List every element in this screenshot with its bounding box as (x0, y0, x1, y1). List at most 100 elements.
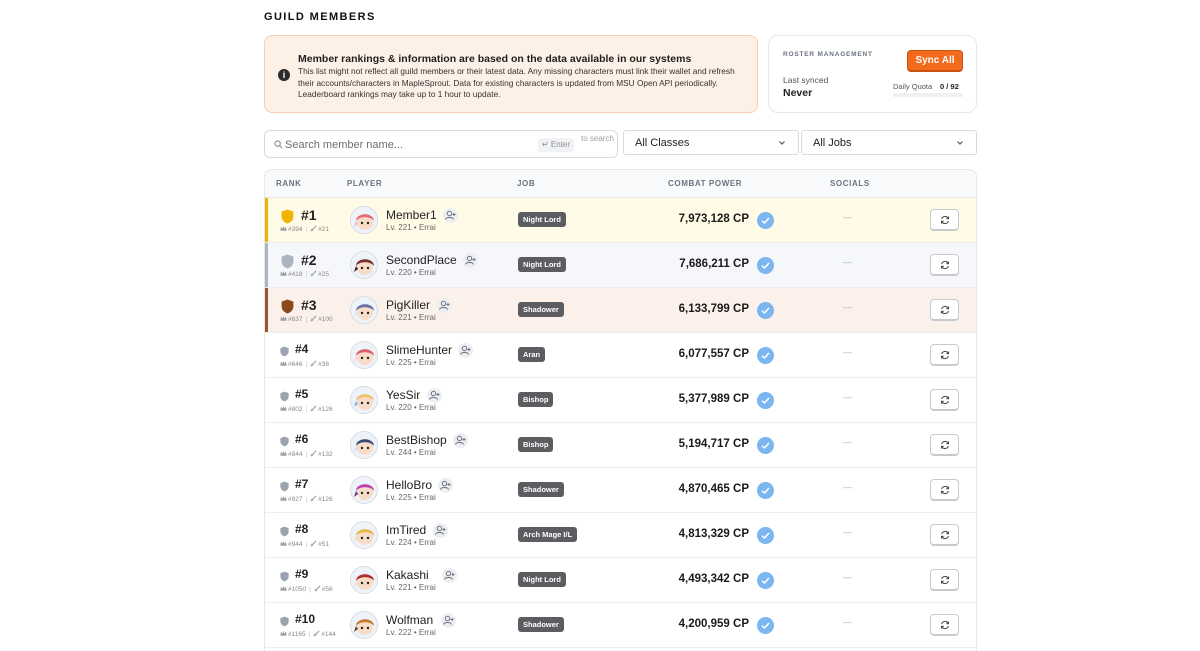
job-badge: Shadower (518, 482, 564, 497)
rank-number: #7 (295, 477, 309, 491)
player-meta: Lv. 244 • Errai (386, 448, 436, 457)
refresh-member-button[interactable] (930, 299, 959, 321)
rank-shield-icon (281, 299, 294, 314)
daily-quota-value: 0 / 92 (940, 82, 959, 91)
verified-check-icon (757, 347, 774, 364)
socials-empty: — (843, 347, 852, 357)
player-name[interactable]: YesSir (386, 388, 420, 402)
job-filter-value: All Jobs (813, 137, 852, 149)
job-badge: Shadower (518, 617, 564, 632)
sword-icon (310, 270, 317, 277)
table-row[interactable]: #8 #944 | #51 ImTired Lv. 224 • Errai Arch… (265, 513, 976, 558)
avatar (350, 611, 378, 639)
table-row[interactable]: #6 #844 | #132 BestBishop Lv. 244 • Errai … (265, 423, 976, 468)
refresh-member-button[interactable] (930, 524, 959, 546)
job-rank: #126 (318, 406, 333, 413)
add-friend-icon[interactable] (427, 388, 442, 403)
table-row[interactable]: #2 #418 | #25 SecondPlace Lv. 220 • Errai … (265, 243, 976, 288)
rank-number: #5 (295, 387, 309, 401)
job-badge: Aran (518, 347, 546, 362)
player-name[interactable]: PigKiller (386, 298, 430, 312)
add-friend-icon[interactable] (441, 613, 456, 628)
page-title: GUILD MEMBERS (264, 11, 376, 23)
refresh-icon (940, 575, 950, 585)
table-row[interactable]: #4 #646 | #38 SlimeHunter Lv. 225 • Errai … (265, 333, 976, 378)
search-box[interactable]: ↵ Enter to search (264, 130, 618, 158)
player-name[interactable]: Member1 (386, 208, 437, 222)
player-name[interactable]: Wolfman (386, 613, 433, 627)
search-icon (274, 140, 283, 149)
crown-icon (280, 270, 287, 276)
avatar (350, 206, 378, 234)
verified-check-icon (757, 392, 774, 409)
add-friend-icon[interactable] (438, 478, 453, 493)
job-rank: #126 (318, 496, 333, 503)
rank-shield-icon (281, 254, 294, 269)
overall-rank: #637 (288, 316, 303, 323)
crown-icon (280, 495, 287, 501)
combat-power: 4,200,959 CP (678, 618, 749, 630)
refresh-member-button[interactable] (930, 434, 959, 456)
combat-power: 5,377,989 CP (678, 393, 749, 405)
avatar (350, 566, 378, 594)
sub-ranks: #418 | #25 (280, 270, 329, 278)
refresh-member-button[interactable] (930, 209, 959, 231)
combat-power: 4,870,465 CP (678, 483, 749, 495)
socials-empty: — (843, 527, 852, 537)
table-row[interactable]: #10 #1165 | #144 Wolfman Lv. 222 • Errai S… (265, 603, 976, 648)
add-friend-icon[interactable] (442, 568, 457, 583)
rank-shield-icon (280, 616, 289, 627)
avatar (350, 431, 378, 459)
table-row[interactable]: #7 #927 | #126 HelloBro Lv. 225 • Errai Sh… (265, 468, 976, 513)
table-row[interactable]: #5 #802 | #126 YesSir Lv. 220 • Errai Bish… (265, 378, 976, 423)
player-name[interactable]: SlimeHunter (386, 343, 452, 357)
refresh-icon (940, 485, 950, 495)
crown-icon (280, 405, 287, 411)
sub-ranks: #646 | #38 (280, 360, 329, 368)
add-friend-icon[interactable] (433, 523, 448, 538)
add-friend-icon[interactable] (463, 253, 478, 268)
player-meta: Lv. 222 • Errai (386, 628, 436, 637)
header-socials: SOCIALS (830, 179, 870, 188)
player-name[interactable]: Kakashi (386, 568, 429, 582)
chevron-down-icon (779, 141, 785, 145)
verified-check-icon (757, 212, 774, 229)
overall-rank: #394 (288, 226, 303, 233)
overall-rank: #844 (288, 451, 303, 458)
roster-label: ROSTER MANAGEMENT (783, 51, 873, 58)
socials-empty: — (843, 572, 852, 582)
add-friend-icon[interactable] (453, 433, 468, 448)
overall-rank: #1050 (288, 586, 307, 593)
class-filter-value: All Classes (635, 137, 690, 149)
job-filter-select[interactable]: All Jobs (801, 130, 977, 155)
roster-management-card: ROSTER MANAGEMENT Sync All Last synced N… (768, 35, 977, 113)
player-name[interactable]: SecondPlace (386, 253, 457, 267)
crown-icon (280, 630, 287, 636)
rank-shield-icon (280, 571, 289, 582)
refresh-member-button[interactable] (930, 569, 959, 591)
notice-title: Member rankings & information are based … (298, 53, 692, 65)
verified-check-icon (757, 302, 774, 319)
table-row[interactable]: #9 #1050 | #56 Kakashi Lv. 221 • Errai Nig… (265, 558, 976, 603)
table-row[interactable]: #3 #637 | #100 PigKiller Lv. 221 • Errai S… (265, 288, 976, 333)
table-row[interactable]: #1 #394 | #21 Member1 Lv. 221 • Errai Nigh… (265, 198, 976, 243)
refresh-member-button[interactable] (930, 479, 959, 501)
refresh-member-button[interactable] (930, 344, 959, 366)
class-filter-select[interactable]: All Classes (623, 130, 799, 155)
refresh-member-button[interactable] (930, 254, 959, 276)
refresh-member-button[interactable] (930, 389, 959, 411)
player-meta: Lv. 221 • Errai (386, 313, 436, 322)
search-input[interactable] (285, 135, 535, 155)
add-friend-icon[interactable] (458, 343, 473, 358)
player-name[interactable]: BestBishop (386, 433, 447, 447)
add-friend-icon[interactable] (443, 208, 458, 223)
add-friend-icon[interactable] (437, 298, 452, 313)
refresh-icon (940, 395, 950, 405)
player-name[interactable]: ImTired (386, 523, 426, 537)
player-name[interactable]: HelloBro (386, 478, 432, 492)
members-table: RANK PLAYER JOB COMBAT POWER SOCIALS #1 … (264, 169, 977, 651)
sync-all-button[interactable]: Sync All (907, 50, 963, 72)
refresh-member-button[interactable] (930, 614, 959, 636)
overall-rank: #418 (288, 271, 303, 278)
rank-shield-icon (280, 346, 289, 357)
